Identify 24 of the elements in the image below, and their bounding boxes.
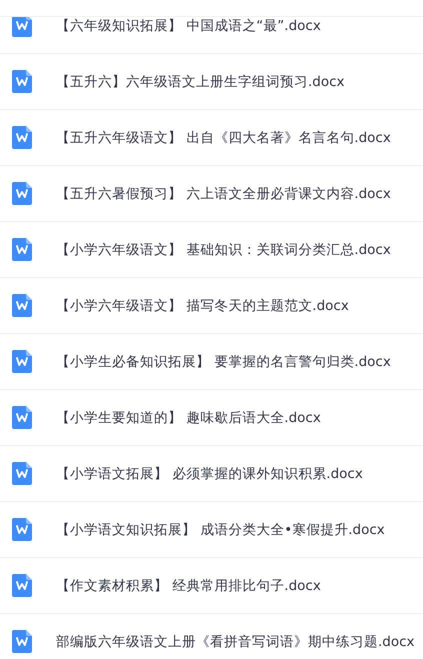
- document-icon: [12, 630, 32, 653]
- document-icon: [12, 294, 32, 317]
- document-icon: [12, 462, 32, 485]
- document-icon: [12, 350, 32, 373]
- document-icon: [12, 182, 32, 205]
- file-name[interactable]: 【小学生要知道的】 趣味歇后语大全.docx: [56, 408, 321, 426]
- file-name[interactable]: 【小学生必备知识拓展】 要掌握的名言警句归类.docx: [56, 352, 391, 370]
- file-name[interactable]: 【五升六年级语文】 出自《四大名著》名言名句.docx: [56, 128, 391, 146]
- document-icon: [12, 126, 32, 149]
- file-name[interactable]: 【作文素材积累】 经典常用排比句子.docx: [56, 576, 321, 594]
- document-icon: [12, 70, 32, 93]
- file-name[interactable]: 【小学六年级语文】 描写冬天的主题范文.docx: [56, 296, 349, 314]
- document-icon: [12, 17, 32, 37]
- document-icon: [12, 238, 32, 261]
- document-icon: [12, 406, 32, 429]
- file-name[interactable]: 【小学六年级语文】 基础知识：关联词分类汇总.docx: [56, 240, 391, 258]
- file-name[interactable]: 【小学语文知识拓展】 成语分类大全•寒假提升.docx: [56, 520, 385, 538]
- document-icon: [12, 574, 32, 597]
- file-name[interactable]: 【五升六】六年级语文上册生字组词预习.docx: [56, 72, 345, 90]
- file-name[interactable]: 【小学语文拓展】 必须掌握的课外知识积累.docx: [56, 464, 363, 482]
- file-name[interactable]: 【五升六暑假预习】 六上语文全册必背课文内容.docx: [56, 184, 391, 202]
- file-name[interactable]: 部编版六年级语文上册《看拼音写词语》期中练习题.docx: [56, 632, 415, 650]
- file-name[interactable]: 【六年级知识拓展】 中国成语之“最”.docx: [56, 17, 321, 34]
- document-icon: [12, 518, 32, 541]
